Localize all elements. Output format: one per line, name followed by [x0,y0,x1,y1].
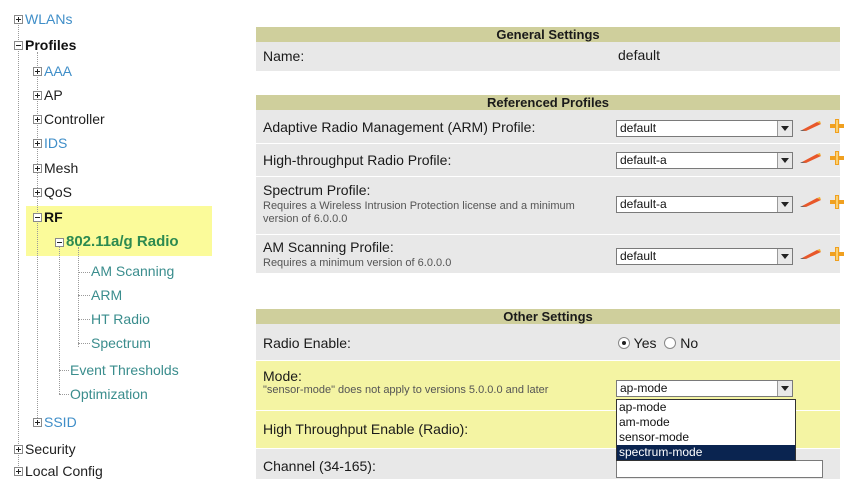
pencil-edit-icon[interactable] [800,121,822,131]
tree-item-ap[interactable]: AP [33,86,63,104]
mode-note: "sensor-mode" does not apply to versions… [263,384,549,396]
expand-icon[interactable] [14,444,23,454]
mode-option[interactable]: ap-mode [617,400,795,415]
expand-icon[interactable] [33,138,42,148]
tree-item-local-config[interactable]: Local Config [14,462,103,480]
tree-item-ssid[interactable]: SSID [33,413,77,431]
general-settings-panel: General Settings Name: default [256,27,840,72]
mode-label: Mode: [263,368,302,384]
tree-item-controller[interactable]: Controller [33,110,105,128]
mode-option-selected[interactable]: spectrum-mode [617,445,795,460]
add-plus-icon[interactable] [830,195,844,209]
collapse-icon[interactable] [55,237,64,247]
arm-profile-label: Adaptive Radio Management (ARM) Profile: [263,119,536,135]
dropdown-arrow-icon[interactable] [777,197,792,212]
tree-item-am-scanning[interactable]: AM Scanning [91,262,174,280]
radio-enable-label: Radio Enable: [263,335,351,351]
tree-item-event-thresholds[interactable]: Event Thresholds [70,361,179,379]
spectrum-profile-note: Requires a Wireless Intrusion Protection… [263,200,575,225]
tree-item-qos[interactable]: QoS [33,183,72,201]
ht-radio-profile-label: High-throughput Radio Profile: [263,152,452,168]
add-plus-icon[interactable] [830,119,844,133]
tree-item-wlans[interactable]: WLANs [14,10,72,28]
name-row: Name: default [256,42,840,72]
radio-enable-options: Yes No [618,335,698,351]
tree-item-mesh[interactable]: Mesh [33,159,78,177]
tree-item-arm[interactable]: ARM [91,286,122,304]
tree-item-80211ag-radio[interactable]: 802.11a/g Radio [55,233,179,251]
tree-item-security[interactable]: Security [14,440,76,458]
tree-item-ht-radio[interactable]: HT Radio [91,310,150,328]
am-scanning-profile-row: AM Scanning Profile: Requires a minimum … [256,235,844,274]
tree-item-ids[interactable]: IDS [33,134,67,152]
radio-enable-row: Radio Enable: Yes No [256,324,840,361]
dropdown-arrow-icon[interactable] [777,153,792,168]
tree-item-rf[interactable]: RF [33,208,63,226]
ht-enable-label: High Throughput Enable (Radio): [263,421,469,437]
dropdown-arrow-icon[interactable] [777,249,792,264]
expand-icon[interactable] [33,187,42,197]
radio-enable-yes[interactable] [618,337,630,349]
profile-tree: WLANs Profiles AAA AP Controller IDS Mes… [0,0,250,479]
tree-item-spectrum[interactable]: Spectrum [91,334,151,352]
dropdown-arrow-icon[interactable] [777,121,792,136]
channel-input[interactable] [616,460,823,478]
tree-item-optimization[interactable]: Optimization [70,385,148,403]
add-plus-icon[interactable] [830,247,844,261]
ht-radio-profile-row: High-throughput Radio Profile: default-a [256,144,844,177]
expand-icon[interactable] [33,114,42,124]
mode-option[interactable]: sensor-mode [617,430,795,445]
arm-profile-row: Adaptive Radio Management (ARM) Profile:… [256,110,844,144]
referenced-profiles-panel: Referenced Profiles Adaptive Radio Manag… [256,95,844,274]
name-label: Name: [263,48,305,64]
mode-option[interactable]: am-mode [617,415,795,430]
spectrum-profile-select[interactable]: default-a [616,196,793,213]
spectrum-profile-label: Spectrum Profile: [263,182,371,198]
general-settings-header: General Settings [256,27,840,42]
expand-icon[interactable] [14,466,23,476]
tree-item-profiles[interactable]: Profiles [14,36,76,54]
add-plus-icon[interactable] [830,151,844,165]
pencil-edit-icon[interactable] [800,197,822,207]
pencil-edit-icon[interactable] [800,249,822,259]
expand-icon[interactable] [33,66,42,76]
ht-radio-profile-select[interactable]: default-a [616,152,793,169]
expand-icon[interactable] [14,14,23,24]
collapse-icon[interactable] [33,212,42,222]
radio-enable-no[interactable] [664,337,677,349]
name-value: default [618,47,661,63]
referenced-profiles-header: Referenced Profiles [256,95,840,110]
channel-label: Channel (34-165): [263,458,376,474]
dropdown-arrow-icon[interactable] [777,381,792,396]
spectrum-profile-row: Spectrum Profile: Requires a Wireless In… [256,177,844,235]
other-settings-header: Other Settings [256,309,840,324]
pencil-edit-icon[interactable] [800,153,822,163]
expand-icon[interactable] [33,417,42,427]
mode-dropdown-list[interactable]: ap-mode am-mode sensor-mode spectrum-mod… [616,399,796,461]
am-scanning-profile-select[interactable]: default [616,248,793,265]
am-scanning-profile-label: AM Scanning Profile: [263,239,394,255]
collapse-icon[interactable] [14,40,23,50]
tree-item-aaa[interactable]: AAA [33,62,72,80]
expand-icon[interactable] [33,163,42,173]
mode-select[interactable]: ap-mode [616,380,793,397]
expand-icon[interactable] [33,90,42,100]
arm-profile-select[interactable]: default [616,120,793,137]
am-scanning-profile-note: Requires a minimum version of 6.0.0.0 [263,257,452,269]
